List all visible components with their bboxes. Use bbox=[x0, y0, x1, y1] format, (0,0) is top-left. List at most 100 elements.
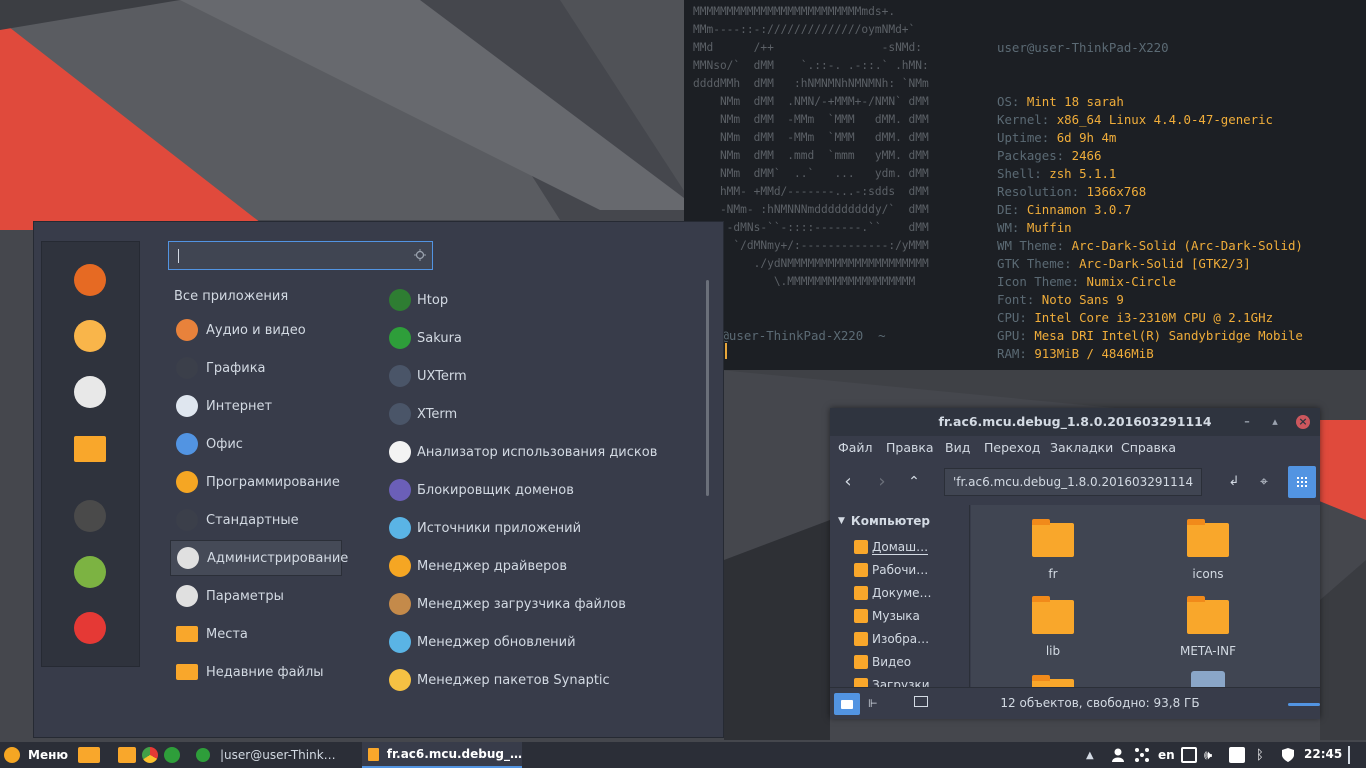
sidebar-header-computer[interactable]: ▼ Компьютер bbox=[838, 511, 950, 531]
window-titlebar[interactable]: fr.ac6.mcu.debug_1.8.0.201603291114 – ▴ … bbox=[830, 408, 1320, 436]
file-item[interactable]: META-INF bbox=[1153, 596, 1263, 658]
folder-icon[interactable] bbox=[74, 436, 106, 462]
clipboard-icon[interactable] bbox=[1229, 747, 1245, 763]
expand-icon: ▼ bbox=[838, 516, 845, 526]
search-clear-icon[interactable] bbox=[414, 249, 426, 261]
lock-screen-icon[interactable] bbox=[74, 500, 106, 532]
driver-manager-icon bbox=[389, 555, 411, 577]
sysinfo-key: Font: bbox=[997, 292, 1035, 307]
category-item[interactable]: Офис bbox=[170, 426, 342, 462]
folder-icon bbox=[1032, 596, 1074, 634]
shutdown-icon[interactable] bbox=[74, 612, 106, 644]
app-item[interactable]: UXTerm bbox=[386, 358, 706, 394]
up-icon[interactable]: ⌃ bbox=[904, 472, 924, 492]
preferences-icon bbox=[176, 585, 198, 607]
menu-search-input[interactable] bbox=[168, 241, 433, 270]
taskbar-window-files[interactable]: fr.ac6.mcu.debug_… bbox=[362, 742, 522, 768]
logout-icon[interactable] bbox=[74, 556, 106, 588]
user-icon[interactable] bbox=[1110, 747, 1126, 763]
locate-icon[interactable]: ⌖ bbox=[1254, 472, 1274, 492]
tray-expand-icon[interactable]: ▲ bbox=[1086, 742, 1094, 768]
app-item[interactable]: Sakura bbox=[386, 320, 706, 356]
ascii-art-line: MMd /++ -sNMd: bbox=[693, 41, 923, 54]
volume-icon[interactable]: 🕪 bbox=[1204, 742, 1212, 768]
terminal-window[interactable]: MMMMMMMMMMMMMMMMMMMMMMMMMmds+. MMm----::… bbox=[684, 0, 1366, 370]
files-launcher-icon[interactable] bbox=[118, 747, 136, 763]
menu-0[interactable]: Файл bbox=[838, 440, 873, 455]
location-bar[interactable]: 'fr.ac6.mcu.debug_1.8.0.201603291114 bbox=[944, 468, 1202, 496]
category-all-applications[interactable]: Все приложения bbox=[174, 278, 346, 314]
sidebar-item[interactable]: Музыка bbox=[854, 606, 966, 626]
settings-toggle-icon[interactable] bbox=[74, 376, 106, 408]
sysinfo-value: Arc-Dark-Solid [GTK2/3] bbox=[1079, 256, 1251, 271]
taskbar-window-terminal[interactable]: |user@user-Think… bbox=[190, 742, 360, 768]
mail-icon[interactable] bbox=[74, 320, 106, 352]
category-item[interactable]: Программирование bbox=[170, 464, 342, 500]
sidebar-item[interactable]: Рабочи… bbox=[854, 560, 966, 580]
file-item[interactable]: fr bbox=[998, 519, 1108, 581]
show-places-button[interactable] bbox=[834, 693, 860, 715]
app-item[interactable]: Блокировщик доменов bbox=[386, 472, 706, 508]
file-item[interactable]: icons bbox=[1153, 519, 1263, 581]
category-item[interactable]: Администрирование bbox=[170, 540, 348, 576]
category-item[interactable]: Графика bbox=[170, 350, 342, 386]
zoom-slider[interactable] bbox=[1288, 703, 1320, 706]
sysinfo-key: RAM: bbox=[997, 346, 1027, 361]
show-desktop-icon[interactable] bbox=[78, 747, 100, 763]
app-item[interactable]: Источники приложений bbox=[386, 510, 706, 546]
sidebar-item[interactable]: Изобра… bbox=[854, 629, 966, 649]
app-item[interactable]: XTerm bbox=[386, 396, 706, 432]
firefox-icon[interactable] bbox=[74, 264, 106, 296]
sidebar-item[interactable]: Загрузки bbox=[854, 675, 966, 687]
minimize-icon[interactable]: – bbox=[1240, 415, 1254, 429]
sidebar-item[interactable]: Докуме… bbox=[854, 583, 966, 603]
grid-view-button[interactable] bbox=[1288, 466, 1316, 498]
bluetooth-icon[interactable]: ᛒ bbox=[1256, 742, 1264, 768]
ascii-art-line: ddddMMh dMM :hNMNMNhNMNMNh: `NMm bbox=[693, 77, 929, 90]
display-icon[interactable] bbox=[1181, 747, 1197, 763]
app-item[interactable]: Менеджер пакетов Synaptic bbox=[386, 662, 706, 698]
update-shield-icon[interactable] bbox=[1280, 747, 1296, 763]
file-item[interactable] bbox=[998, 675, 1108, 687]
maximize-icon[interactable]: ▴ bbox=[1268, 415, 1282, 429]
app-item[interactable]: Менеджер обновлений bbox=[386, 624, 706, 660]
keyboard-layout[interactable]: en bbox=[1158, 742, 1175, 768]
app-item[interactable]: Анализатор использования дисков bbox=[386, 434, 706, 470]
show-tree-icon[interactable]: ⊩ bbox=[868, 697, 878, 710]
terminal-launcher-icon[interactable] bbox=[164, 747, 180, 763]
category-item[interactable]: Места bbox=[170, 616, 342, 652]
trash-indicator[interactable] bbox=[1348, 746, 1350, 764]
category-item[interactable]: Недавние файлы bbox=[170, 654, 342, 690]
app-item[interactable]: Менеджер драйверов bbox=[386, 548, 706, 584]
forward-icon[interactable]: › bbox=[872, 472, 892, 492]
menu-4[interactable]: Закладки bbox=[1050, 440, 1113, 455]
sidebar-item[interactable]: Домаш… bbox=[854, 537, 966, 557]
app-item[interactable]: Htop bbox=[386, 282, 706, 318]
videos-icon bbox=[854, 655, 868, 669]
sysinfo-key: Shell: bbox=[997, 166, 1042, 181]
application-menu: Все приложения Аудио и видео Графика Интер… bbox=[33, 221, 724, 738]
category-item[interactable]: Интернет bbox=[170, 388, 342, 424]
close-icon[interactable]: × bbox=[1296, 415, 1310, 429]
category-item[interactable]: Аудио и видео bbox=[170, 312, 342, 348]
hide-sidebar-icon[interactable] bbox=[914, 696, 928, 707]
back-icon[interactable]: ‹ bbox=[838, 472, 858, 492]
toggle-location-icon[interactable]: ↲ bbox=[1224, 472, 1244, 492]
menu-5[interactable]: Справка bbox=[1121, 440, 1176, 455]
category-item[interactable]: Стандартные bbox=[170, 502, 342, 538]
folder-icon bbox=[368, 747, 379, 761]
menu-2[interactable]: Вид bbox=[945, 440, 970, 455]
file-item[interactable]: lib bbox=[998, 596, 1108, 658]
app-list-scrollbar[interactable] bbox=[706, 280, 709, 496]
app-item[interactable]: Менеджер загрузчика файлов bbox=[386, 586, 706, 622]
category-item[interactable]: Параметры bbox=[170, 578, 342, 614]
file-icon[interactable] bbox=[1191, 671, 1225, 687]
menu-3[interactable]: Переход bbox=[984, 440, 1040, 455]
chrome-launcher-icon[interactable] bbox=[142, 747, 158, 763]
sidebar-item[interactable]: Видео bbox=[854, 652, 966, 672]
clock[interactable]: 22:45 bbox=[1304, 747, 1342, 761]
menu-button[interactable]: Меню bbox=[4, 742, 68, 768]
category-label: Интернет bbox=[206, 398, 273, 414]
network-icon[interactable] bbox=[1134, 747, 1150, 763]
menu-1[interactable]: Правка bbox=[886, 440, 934, 455]
